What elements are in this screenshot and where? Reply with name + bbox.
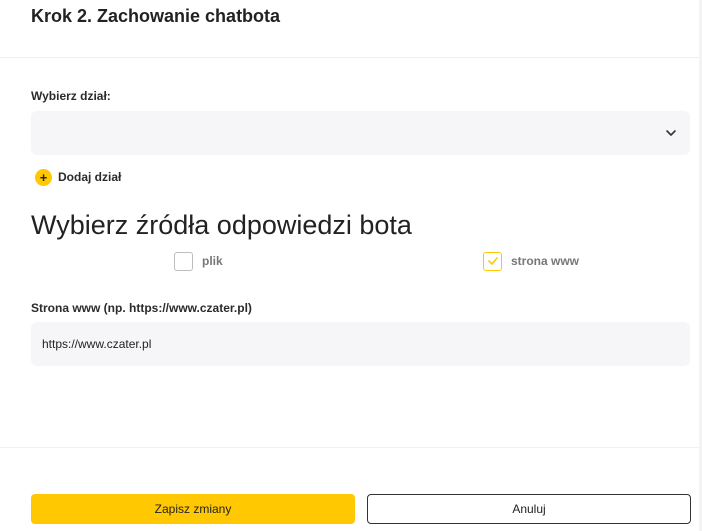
save-button[interactable]: Zapisz zmiany (31, 494, 355, 524)
add-department-button[interactable]: + Dodaj dział (35, 168, 121, 186)
cancel-button[interactable]: Anuluj (367, 494, 691, 524)
chevron-down-icon (666, 130, 676, 136)
department-label: Wybierz dział: (31, 89, 111, 103)
source-option-website[interactable]: strona www (483, 251, 579, 271)
step-header: Krok 2. Zachowanie chatbota (0, 0, 699, 58)
checkmark-icon (487, 257, 498, 265)
sources-heading: Wybierz źródła odpowiedzi bota (31, 210, 412, 240)
source-option-file[interactable]: plik (174, 251, 223, 271)
website-url-input[interactable] (31, 322, 690, 366)
website-option-label: strona www (511, 254, 580, 268)
website-checkbox[interactable] (483, 251, 502, 271)
department-select[interactable] (31, 111, 690, 155)
add-department-label: Dodaj dział (58, 170, 122, 184)
plus-icon: + (35, 168, 52, 186)
file-checkbox[interactable] (174, 251, 193, 271)
file-option-label: plik (202, 254, 223, 268)
step-title: Krok 2. Zachowanie chatbota (31, 6, 281, 26)
website-label: Strona www (np. https://www.czater.pl) (31, 301, 252, 315)
footer-divider (0, 447, 699, 448)
